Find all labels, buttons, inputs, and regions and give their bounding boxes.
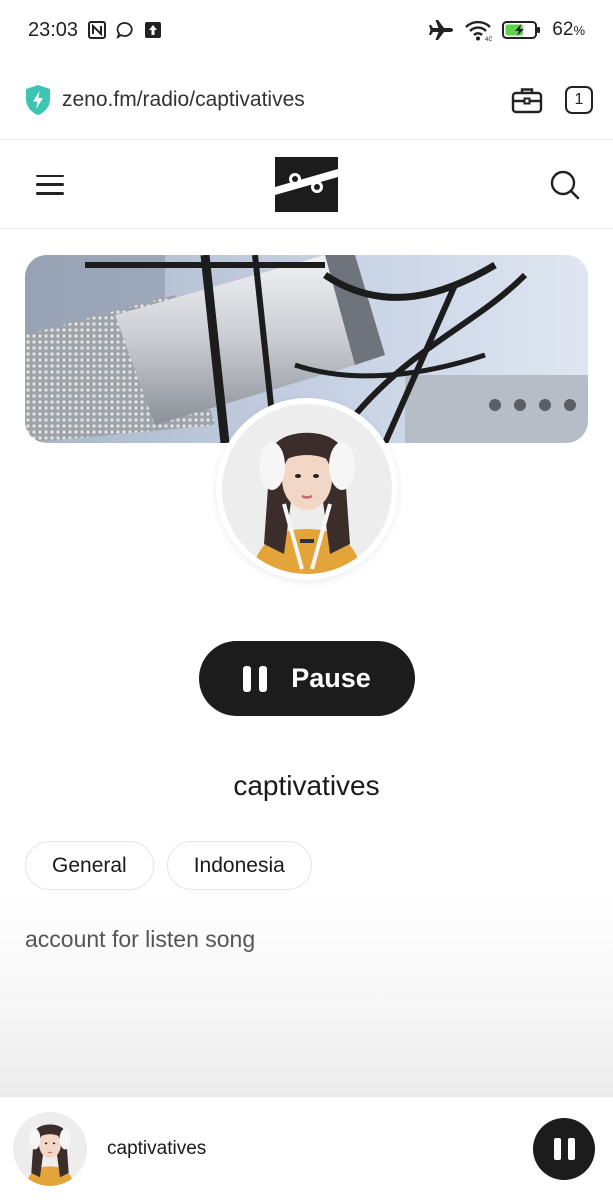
- status-time: 23:03: [28, 18, 79, 41]
- upload-icon: [144, 21, 162, 39]
- url-text[interactable]: zeno.fm/radio/captivatives: [62, 88, 511, 112]
- airplane-mode-icon: [428, 19, 454, 41]
- hamburger-menu-icon[interactable]: [36, 174, 64, 195]
- status-bar: 23:03 4G 62%: [0, 0, 613, 60]
- site-header: [0, 141, 613, 229]
- browser-actions: 1: [511, 85, 593, 114]
- tag-list: General Indonesia: [25, 841, 312, 890]
- pause-icon: [243, 665, 268, 692]
- secure-shield-icon[interactable]: [24, 84, 52, 116]
- station-name: captivatives: [233, 770, 380, 801]
- chat-bubble-icon: [116, 21, 134, 39]
- tab-count-label: 1: [574, 90, 584, 108]
- station-description: account for listen song: [25, 926, 256, 952]
- pause-button[interactable]: Pause: [199, 641, 415, 716]
- mini-player[interactable]: captivatives: [0, 1096, 613, 1200]
- mini-player-avatar: [13, 1111, 87, 1186]
- wifi-icon: 4G: [464, 19, 492, 41]
- station-avatar: [216, 398, 398, 580]
- status-left: 23:03: [28, 19, 162, 42]
- search-icon[interactable]: [549, 169, 581, 201]
- browser-address-bar: zeno.fm/radio/captivatives 1: [0, 60, 613, 140]
- bottom-fade: [0, 890, 613, 1096]
- status-right: 4G 62%: [428, 19, 585, 41]
- mini-player-station-name: captivatives: [107, 1137, 207, 1159]
- svg-text:4G: 4G: [485, 37, 492, 41]
- mini-player-pause-button[interactable]: [533, 1117, 595, 1180]
- zeno-logo[interactable]: [275, 157, 338, 212]
- tag-general[interactable]: General: [25, 841, 154, 890]
- pause-label: Pause: [291, 663, 371, 693]
- briefcase-icon[interactable]: [511, 86, 543, 114]
- tag-indonesia[interactable]: Indonesia: [166, 841, 312, 890]
- nfc-icon: [88, 21, 107, 39]
- tabs-icon[interactable]: 1: [565, 85, 593, 114]
- battery-charging-icon: [502, 20, 542, 40]
- battery-percentage: 62%: [552, 19, 585, 40]
